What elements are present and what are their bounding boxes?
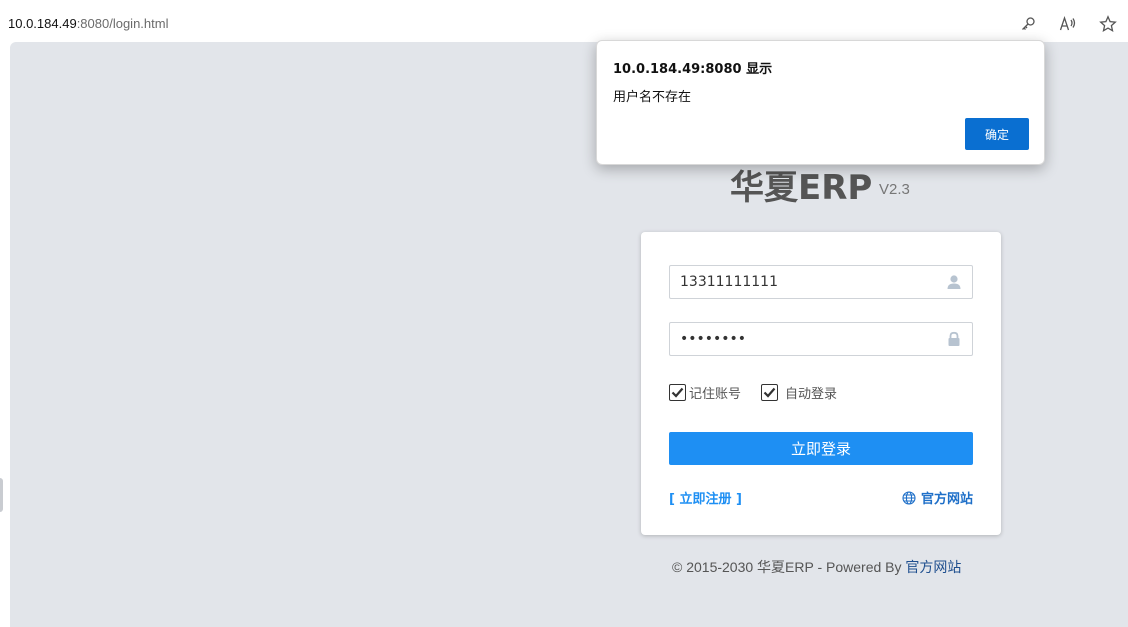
footer-copyright: © 2015-2030 华夏ERP - Powered By	[672, 559, 906, 575]
key-icon[interactable]	[1018, 14, 1038, 34]
username-field[interactable]	[669, 265, 973, 299]
username-input[interactable]	[670, 266, 940, 298]
login-card: 记住账号 自动登录 立即登录 [ 立即注册 ] 官方网站	[641, 232, 1001, 535]
footer: © 2015-2030 华夏ERP - Powered By 官方网站	[672, 557, 961, 577]
auto-login-box[interactable]	[761, 383, 778, 401]
dialog-title: 10.0.184.49:8080 显示	[613, 62, 773, 77]
official-site-label: 官方网站	[920, 492, 973, 507]
read-aloud-icon[interactable]	[1058, 14, 1078, 34]
user-icon	[946, 274, 962, 290]
remember-account-checkbox[interactable]: 记住账号	[669, 382, 741, 402]
login-button[interactable]: 立即登录	[669, 432, 973, 465]
password-input[interactable]	[670, 323, 940, 355]
url-path: :8080/login.html	[76, 16, 169, 31]
dialog-ok-button[interactable]: 确定	[965, 118, 1029, 150]
app-version: V2.3	[879, 181, 910, 198]
url-text[interactable]: 10.0.184.49:8080/login.html	[8, 16, 168, 31]
dialog-message: 用户名不存在	[613, 90, 692, 105]
footer-official-link[interactable]: 官方网站	[905, 559, 961, 575]
remember-account-label: 记住账号	[689, 386, 742, 402]
star-icon[interactable]	[1098, 14, 1118, 34]
app-title: 华夏ERP	[730, 168, 873, 208]
check-icon	[763, 387, 776, 398]
register-link[interactable]: [ 立即注册 ]	[669, 488, 742, 507]
official-site-link[interactable]: 官方网站	[902, 488, 973, 507]
url-host: 10.0.184.49	[8, 16, 77, 31]
auto-login-label: 自动登录	[785, 386, 838, 402]
alert-dialog: 10.0.184.49:8080 显示 用户名不存在 确定	[596, 40, 1045, 165]
remember-account-box[interactable]	[669, 383, 686, 401]
auto-login-checkbox[interactable]: 自动登录	[761, 382, 837, 402]
sidebar-handle[interactable]	[0, 478, 3, 512]
lock-icon	[946, 331, 962, 347]
address-bar[interactable]: 10.0.184.49:8080/login.html	[0, 8, 1128, 40]
check-icon	[671, 387, 684, 398]
globe-icon	[902, 490, 916, 505]
password-field[interactable]	[669, 322, 973, 356]
